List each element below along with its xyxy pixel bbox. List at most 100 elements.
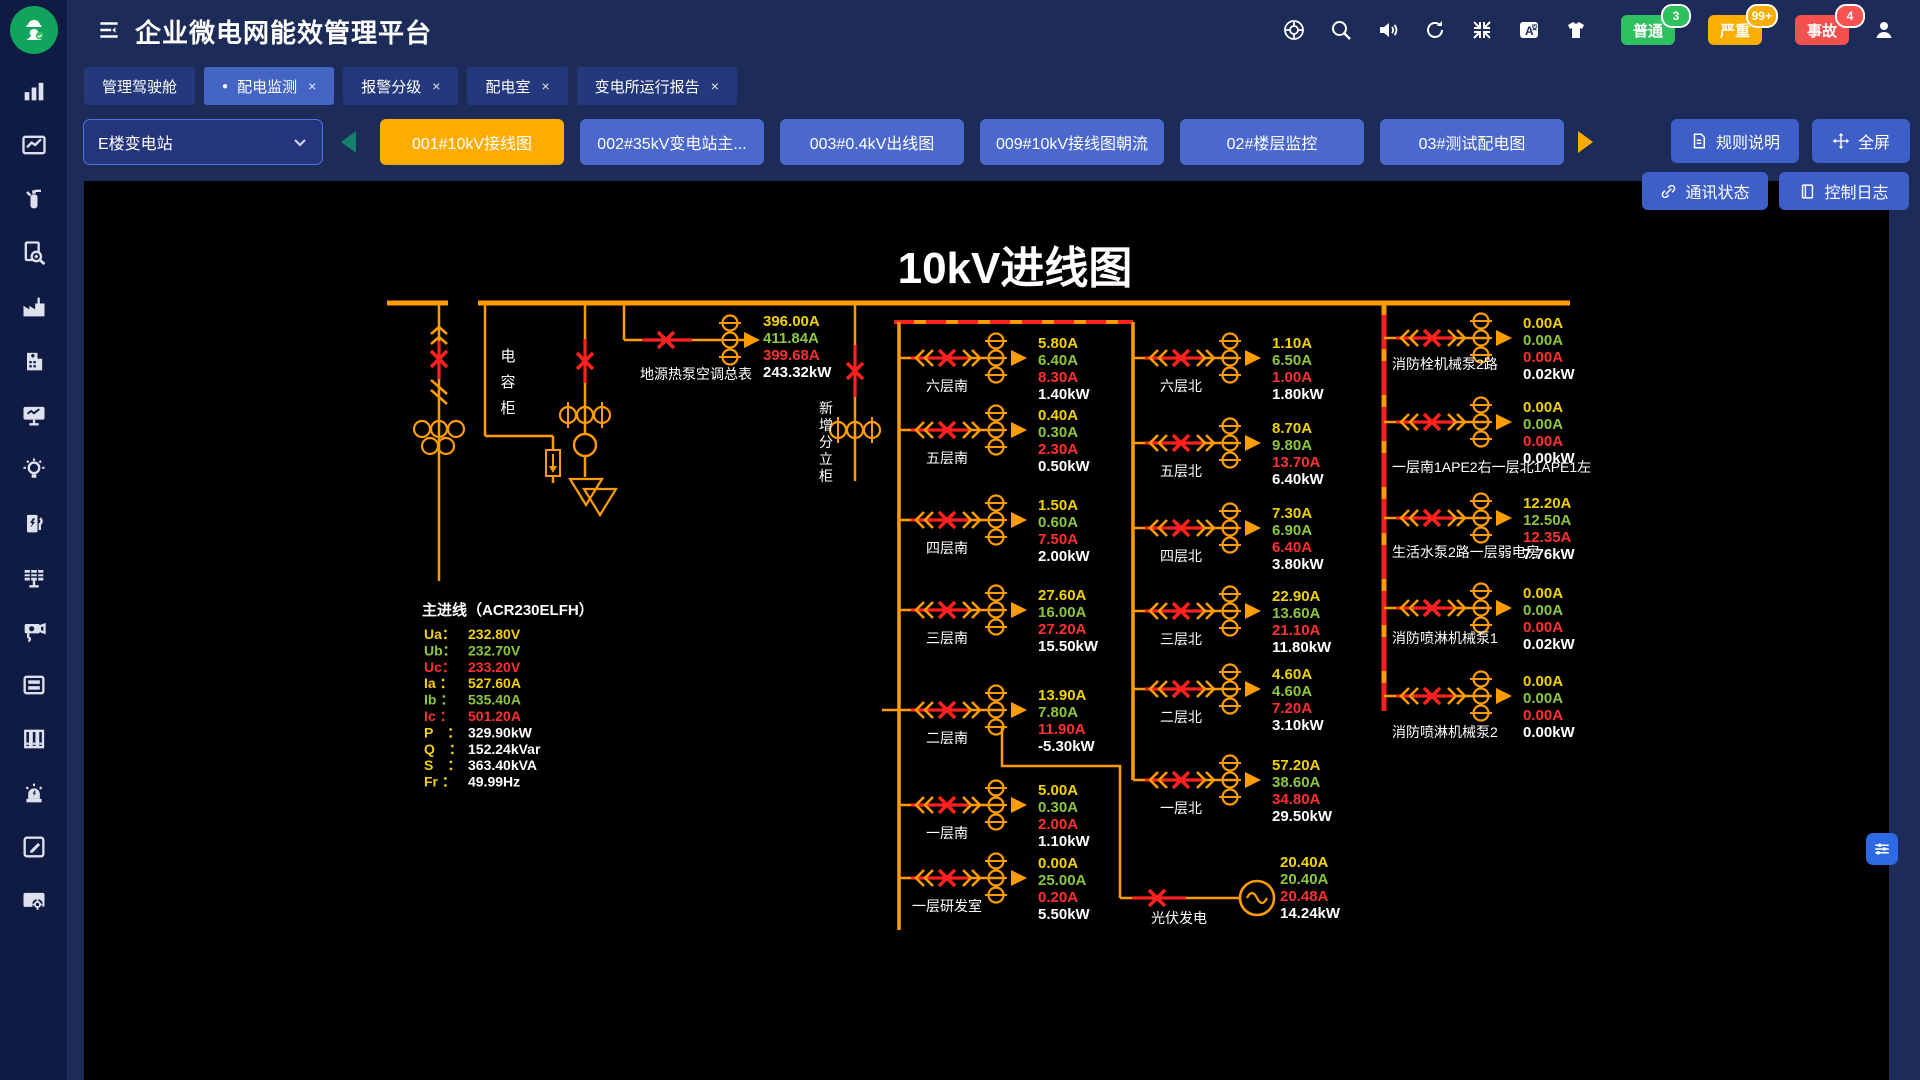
sidebar-item-distribution-cabinet[interactable] <box>19 670 49 700</box>
diagram-tab-009[interactable]: 009#10kV接线图朝流 <box>980 119 1164 165</box>
tab-distribution-room[interactable]: 配电室× <box>467 67 567 105</box>
sidebar-item-solar-pv[interactable] <box>19 562 49 592</box>
feeder-四层北: 7.30A6.90A6.40A3.80kW四层北 <box>1133 504 1325 574</box>
menu-toggle-icon[interactable] <box>96 17 122 43</box>
svg-text:8.30A: 8.30A <box>1038 369 1078 386</box>
svg-text:13.90A: 13.90A <box>1038 687 1087 704</box>
control-log-button[interactable]: 控制日志 <box>1779 172 1909 210</box>
svg-text:363.40kVA: 363.40kVA <box>468 757 537 773</box>
rules-button[interactable]: 规则说明 <box>1671 119 1799 163</box>
svg-text:7.20A: 7.20A <box>1272 700 1312 717</box>
sidebar-item-work-order-edit[interactable] <box>19 832 49 862</box>
theme-icon[interactable] <box>1564 18 1588 42</box>
diagram-tab-002[interactable]: 002#35kV变电站主... <box>580 119 764 165</box>
svg-text:消防喷淋机械泵1: 消防喷淋机械泵1 <box>1392 630 1498 646</box>
translate-icon[interactable]: A <box>1517 18 1541 42</box>
svg-text:399.68A: 399.68A <box>763 347 820 364</box>
search-icon[interactable] <box>1329 18 1353 42</box>
help-icon[interactable] <box>1282 18 1306 42</box>
alarm-severe-button[interactable]: 严重 99+ <box>1708 15 1762 45</box>
svg-text:20.40A: 20.40A <box>1280 871 1329 888</box>
pv-generation: 光伏发电20.40A20.40A20.48A14.24kW <box>1120 854 1341 926</box>
sidebar-item-fire-extinguisher[interactable] <box>19 184 49 214</box>
svg-text:0.50kW: 0.50kW <box>1038 458 1091 475</box>
sidebar-item-system-config[interactable] <box>19 886 49 916</box>
alarm-normal-button[interactable]: 普通 3 <box>1621 15 1675 45</box>
close-icon[interactable]: × <box>711 78 719 94</box>
feeder-三层南: 27.60A16.00A27.20A15.50kW三层南 <box>899 586 1099 656</box>
station-select[interactable]: E楼变电站 <box>83 119 323 165</box>
svg-text:20.48A: 20.48A <box>1280 888 1329 905</box>
svg-text:57.20A: 57.20A <box>1272 757 1321 774</box>
sidebar-item-patrol-inspection[interactable] <box>19 238 49 268</box>
sidebar-item-ev-charging[interactable] <box>19 508 49 538</box>
log-book-icon <box>1799 183 1816 200</box>
tabs-scroll-right-icon[interactable] <box>1578 131 1593 153</box>
svg-text:0.60A: 0.60A <box>1038 514 1078 531</box>
feeder-六层北: 1.10A6.50A1.00A1.80kW六层北 <box>1133 334 1325 404</box>
svg-text:主进线（ACR230ELFH）: 主进线（ACR230ELFH） <box>422 601 594 619</box>
tabs-scroll-left-icon[interactable] <box>341 131 356 153</box>
refresh-icon[interactable] <box>1423 18 1447 42</box>
svg-text:20.40A: 20.40A <box>1280 854 1329 871</box>
svg-text:5.00A: 5.00A <box>1038 782 1078 799</box>
header-bar: 企业微电网能效管理平台 A 普通 3 严重 99+ 事故 4 <box>67 0 1920 60</box>
single-line-diagram-canvas: 10kV进线图电容柜地源热泵空调总表396.00A411.84A399.68A2… <box>84 181 1889 1080</box>
svg-text:柜: 柜 <box>819 468 833 484</box>
diagram-tab-test[interactable]: 03#测试配电图 <box>1380 119 1564 165</box>
sidebar-item-archives[interactable] <box>19 724 49 754</box>
svg-text:243.32kW: 243.32kW <box>763 364 832 381</box>
sidebar-item-dashboard-bars[interactable] <box>19 76 49 106</box>
svg-text:三层北: 三层北 <box>1160 631 1202 647</box>
feeder-一层北: 57.20A38.60A34.80A29.50kW一层北 <box>1133 756 1333 826</box>
svg-text:二层北: 二层北 <box>1160 709 1202 725</box>
fullscreen-button[interactable]: 全屏 <box>1812 119 1910 163</box>
close-icon[interactable]: × <box>541 78 549 94</box>
comm-status-button[interactable]: 通讯状态 <box>1642 172 1768 210</box>
tab-distribution-monitoring[interactable]: ●配电监测× <box>204 67 334 105</box>
tab-substation-report[interactable]: 变电所运行报告× <box>577 67 737 105</box>
user-icon[interactable] <box>1872 18 1896 42</box>
sidebar-item-alarm-beacon[interactable] <box>19 778 49 808</box>
svg-text:Uc：: Uc： <box>424 659 456 675</box>
close-icon[interactable]: × <box>432 78 440 94</box>
svg-text:立: 立 <box>819 451 833 467</box>
svg-text:27.60A: 27.60A <box>1038 587 1087 604</box>
svg-text:P ：: P ： <box>424 724 461 740</box>
alarm-accident-button[interactable]: 事故 4 <box>1795 15 1849 45</box>
new-cabinet-branch: 新增分立柜 <box>819 303 880 484</box>
svg-text:六层北: 六层北 <box>1160 378 1202 394</box>
page-title: 企业微电网能效管理平台 <box>135 13 432 50</box>
svg-text:0.02kW: 0.02kW <box>1523 366 1576 383</box>
svg-text:0.00A: 0.00A <box>1038 855 1078 872</box>
svg-text:4.60A: 4.60A <box>1272 666 1312 683</box>
close-icon[interactable]: × <box>308 78 316 94</box>
svg-text:27.20A: 27.20A <box>1038 621 1087 638</box>
sidebar-item-video-surveillance[interactable] <box>19 616 49 646</box>
sidebar-item-smart-lighting[interactable] <box>19 454 49 484</box>
svg-text:2.00A: 2.00A <box>1038 816 1078 833</box>
svg-text:329.90kW: 329.90kW <box>468 724 533 740</box>
diagram-tab-001[interactable]: 001#10kV接线图 <box>380 119 564 165</box>
svg-text:0.00A: 0.00A <box>1523 619 1563 636</box>
svg-text:0.00A: 0.00A <box>1523 332 1563 349</box>
sidebar-item-hospital-building[interactable] <box>19 346 49 376</box>
collapse-icon[interactable] <box>1470 18 1494 42</box>
svg-text:0.00A: 0.00A <box>1523 433 1563 450</box>
diagram-tab-floor-monitor[interactable]: 02#楼层监控 <box>1180 119 1364 165</box>
tab-management-cockpit[interactable]: 管理驾驶舱 <box>84 67 195 105</box>
svg-text:0.20A: 0.20A <box>1038 889 1078 906</box>
sidebar-item-energy-trend[interactable] <box>19 130 49 160</box>
diagram-settings-button[interactable] <box>1866 833 1898 865</box>
diagram-tab-003[interactable]: 003#0.4kV出线图 <box>780 119 964 165</box>
sound-icon[interactable] <box>1376 18 1400 42</box>
feeder-消防喷淋机械泵1: 0.00A0.00A0.00A0.02kW消防喷淋机械泵1 <box>1384 584 1576 654</box>
svg-text:25.00A: 25.00A <box>1038 872 1087 889</box>
tab-alarm-grading[interactable]: 报警分级× <box>343 67 458 105</box>
sidebar-item-monitoring-screen[interactable] <box>19 400 49 430</box>
alarm-normal-count-badge: 3 <box>1661 4 1691 28</box>
feeder-二层南: 13.90A7.80A11.90A-5.30kW二层南 <box>899 686 1096 756</box>
sidebar-item-factory[interactable] <box>19 292 49 322</box>
svg-text:一层南: 一层南 <box>926 825 968 841</box>
svg-text:8.70A: 8.70A <box>1272 420 1312 437</box>
